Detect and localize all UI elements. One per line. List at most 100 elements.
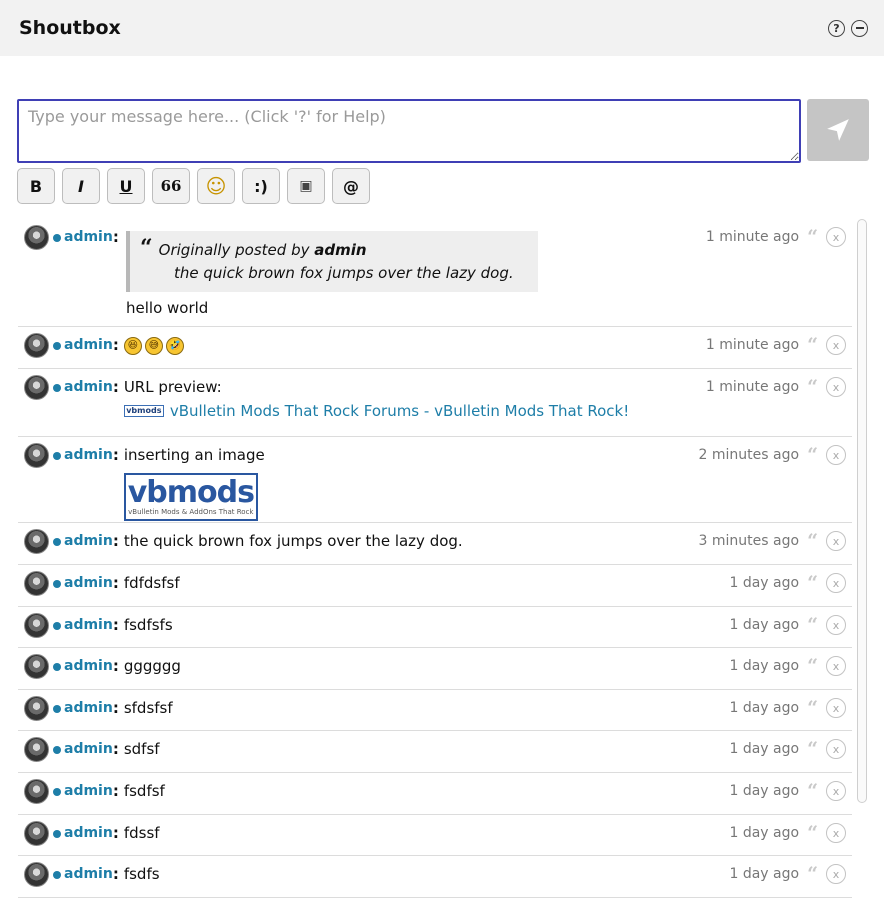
shoutbox-header: Shoutbox ? <box>0 0 884 56</box>
quote-reply-icon[interactable]: “ <box>807 336 818 355</box>
quote-reply-icon[interactable]: “ <box>807 446 818 465</box>
username-link[interactable]: admin <box>64 529 113 553</box>
timestamp: 1 minute ago <box>705 379 800 395</box>
delete-icon[interactable]: x <box>826 781 846 801</box>
delete-icon[interactable]: x <box>826 739 846 759</box>
image-button[interactable]: ▣ <box>287 168 325 204</box>
delete-icon[interactable]: x <box>826 377 846 397</box>
username-link[interactable]: admin <box>64 862 113 886</box>
username-colon: : <box>112 532 119 550</box>
avatar[interactable] <box>24 696 49 721</box>
avatar[interactable] <box>24 821 49 846</box>
message-row: admin: fsdfsf 1 day ago “ x <box>18 773 852 815</box>
delete-icon[interactable]: x <box>826 698 846 718</box>
username-link[interactable]: admin <box>64 696 113 720</box>
quote-reply-icon[interactable]: “ <box>807 574 818 593</box>
emoji-button[interactable]: ☺ <box>197 168 235 204</box>
message-row: admin: 😆 😅 🤣 1 minute ago “ x <box>18 327 852 369</box>
avatar[interactable] <box>24 375 49 400</box>
username-link[interactable]: admin <box>64 225 113 249</box>
bold-button[interactable]: B <box>17 168 55 204</box>
message-text: sdfsf <box>123 740 160 758</box>
username-colon: : <box>112 824 119 842</box>
message-row: admin: the quick brown fox jumps over the… <box>18 523 852 565</box>
smiley-button[interactable]: :) <box>242 168 280 204</box>
online-status-dot <box>53 234 61 242</box>
avatar[interactable] <box>24 654 49 679</box>
inserted-image[interactable]: vbmods vBulletin Mods & AddOns That Rock <box>123 473 258 521</box>
avatar[interactable] <box>24 443 49 468</box>
username-link[interactable]: admin <box>64 737 113 761</box>
vbmods-tagline: vBulletin Mods & AddOns That Rock <box>128 508 254 516</box>
username-link[interactable]: admin <box>64 654 113 678</box>
message-input[interactable] <box>17 99 801 163</box>
delete-icon[interactable]: x <box>826 864 846 884</box>
timestamp: 1 minute ago <box>705 229 800 245</box>
quote-reply-icon[interactable]: “ <box>807 657 818 676</box>
avatar[interactable] <box>24 779 49 804</box>
delete-icon[interactable]: x <box>826 445 846 465</box>
avatar[interactable] <box>24 862 49 887</box>
quote-reply-icon[interactable]: “ <box>807 532 818 551</box>
avatar[interactable] <box>24 225 49 250</box>
delete-icon[interactable]: x <box>826 531 846 551</box>
quote-block: “ Originally posted by admin the quick bro… <box>126 231 538 292</box>
mention-button[interactable]: @ <box>332 168 370 204</box>
quote-prefix: Originally posted by <box>158 241 310 259</box>
username-link[interactable]: admin <box>64 821 113 845</box>
delete-icon[interactable]: x <box>826 335 846 355</box>
delete-icon[interactable]: x <box>826 615 846 635</box>
message-row: admin: “ Originally posted by admin the qui… <box>18 219 852 327</box>
delete-icon[interactable]: x <box>826 573 846 593</box>
delete-icon[interactable]: x <box>826 227 846 247</box>
timestamp: 1 day ago <box>729 825 800 841</box>
avatar[interactable] <box>24 613 49 638</box>
quote-button[interactable]: 66 <box>152 168 190 204</box>
quote-reply-icon[interactable]: “ <box>807 699 818 718</box>
quote-reply-icon[interactable]: “ <box>807 782 818 801</box>
message-body: fdssf <box>124 821 160 845</box>
quote-reply-icon[interactable]: “ <box>807 824 818 843</box>
avatar[interactable] <box>24 529 49 554</box>
message-body: fsdfsfs <box>124 613 173 637</box>
underline-button[interactable]: U <box>107 168 145 204</box>
online-status-dot <box>53 871 61 879</box>
avatar[interactable] <box>24 571 49 596</box>
message-text: inserting an image <box>123 446 265 464</box>
url-preview-link[interactable]: vBulletin Mods That Rock Forums - vBulle… <box>170 402 629 420</box>
quote-reply-icon[interactable]: “ <box>807 228 818 247</box>
avatar[interactable] <box>24 333 49 358</box>
message-body: gggggg <box>124 654 181 678</box>
username-link[interactable]: admin <box>64 443 113 467</box>
italic-button[interactable]: I <box>62 168 100 204</box>
username-link[interactable]: admin <box>64 333 113 357</box>
username-link[interactable]: admin <box>64 571 113 595</box>
message-row: admin: sdfsf 1 day ago “ x <box>18 731 852 773</box>
send-button[interactable] <box>807 99 869 161</box>
quote-author[interactable]: admin <box>314 241 366 259</box>
quote-reply-icon[interactable]: “ <box>807 616 818 635</box>
message-body: sfdsfsf <box>124 696 173 720</box>
quote-reply-icon[interactable]: “ <box>807 740 818 759</box>
username-link[interactable]: admin <box>64 613 113 637</box>
delete-icon[interactable]: x <box>826 823 846 843</box>
username-colon: : <box>112 616 119 634</box>
scrollbar[interactable] <box>857 219 867 803</box>
username-link[interactable]: admin <box>64 779 113 803</box>
collapse-icon[interactable] <box>851 19 868 37</box>
message-body: the quick brown fox jumps over the lazy … <box>124 529 463 553</box>
online-status-dot <box>53 663 61 671</box>
username-colon: : <box>112 336 119 354</box>
quote-reply-icon[interactable]: “ <box>807 865 818 884</box>
username-link[interactable]: admin <box>64 375 113 399</box>
emoji-icon: 😆 <box>123 337 142 355</box>
quote-reply-icon[interactable]: “ <box>807 378 818 397</box>
avatar[interactable] <box>24 737 49 762</box>
emoji-icon: 🤣 <box>165 337 184 355</box>
message-body: sdfsf <box>124 737 160 761</box>
delete-icon[interactable]: x <box>826 656 846 676</box>
online-status-dot <box>53 384 61 392</box>
help-icon[interactable]: ? <box>828 19 845 37</box>
timestamp: 3 minutes ago <box>698 533 800 549</box>
message-list[interactable]: admin: “ Originally posted by admin the qui… <box>18 219 852 900</box>
